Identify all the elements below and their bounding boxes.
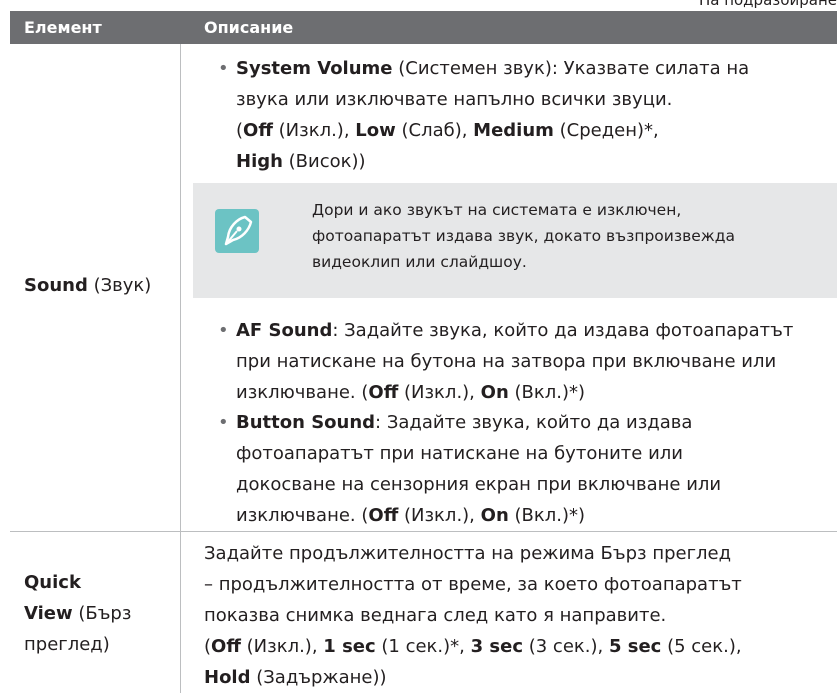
column-divider (180, 44, 181, 693)
default-setting-label: На подразбиране (698, 0, 837, 9)
table-header: Елемент Описание (10, 11, 837, 44)
header-description: Описание (204, 18, 294, 37)
note-box: Дори и ако звукът на системата е изключе… (193, 183, 837, 298)
button-sound-item: Button Sound: Задайте звука, който да из… (218, 407, 721, 531)
row-label-quick-view: Quick View (Бърз преглед) (24, 572, 132, 655)
row-label-sound: Sound (Звук) (24, 275, 152, 296)
af-sound-item: AF Sound: Задайте звука, който да издава… (218, 315, 793, 408)
pen-nib-icon (215, 209, 259, 253)
header-element: Елемент (24, 18, 102, 37)
quick-view-description: Задайте продължителността на режима Бърз… (204, 543, 742, 688)
system-volume-item: System Volume (Системен звук): Указвате … (218, 53, 749, 177)
note-text: Дори и ако звукът на системата е изключе… (312, 201, 735, 271)
row-divider (10, 531, 837, 532)
